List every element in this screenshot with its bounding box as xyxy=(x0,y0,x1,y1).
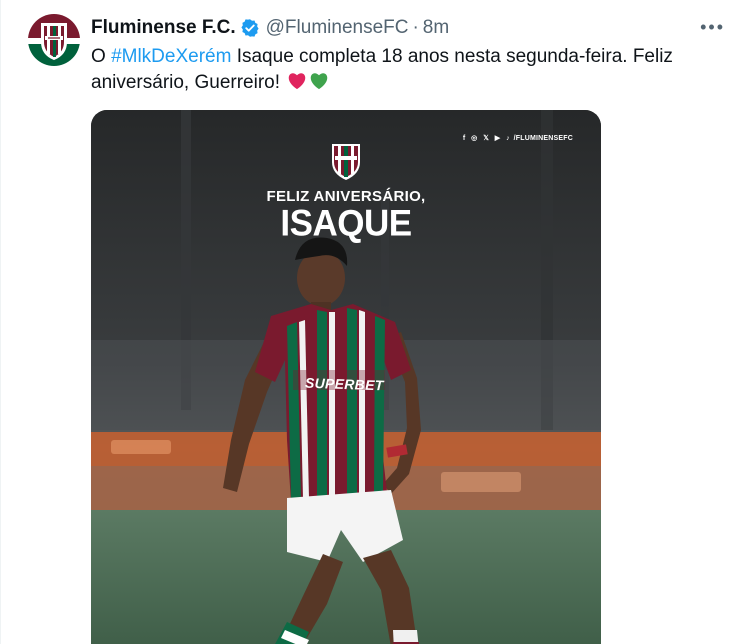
shirt-sponsor-text: SUPERBET xyxy=(304,374,384,394)
timestamp[interactable]: 8m xyxy=(423,17,449,39)
social-handle-text: /FLUMINENSEFC xyxy=(513,135,573,142)
tweet-header: Fluminense F.C. @FluminenseFC · 8m xyxy=(91,16,691,40)
hashtag-link[interactable]: #MlkDeXerém xyxy=(111,46,231,67)
poster-player-name: ISAQUE xyxy=(280,203,412,244)
tweet-image[interactable]: f ◎ 𝕏 ▶ ♪/FLUMINENSEFC FELIZ ANIVERSÁRIO… xyxy=(91,110,601,644)
text-prefix: O xyxy=(91,46,112,67)
fluminense-crest-icon xyxy=(28,14,80,66)
author-handle[interactable]: @FluminenseFC xyxy=(266,17,409,39)
tweet-text: O #MlkDeXerém Isaque completa 18 anos ne… xyxy=(91,44,711,96)
avatar[interactable] xyxy=(28,14,80,66)
separator-dot: · xyxy=(412,17,419,38)
red-heart-icon xyxy=(289,73,306,90)
verified-badge-icon[interactable] xyxy=(240,18,260,38)
green-heart-icon xyxy=(311,73,328,90)
author-name[interactable]: Fluminense F.C. xyxy=(91,17,236,39)
social-handles: f ◎ 𝕏 ▶ ♪/FLUMINENSEFC xyxy=(463,134,573,142)
more-options-icon[interactable]: ••• xyxy=(700,18,725,36)
tweet[interactable]: Fluminense F.C. @FluminenseFC · 8m ••• O… xyxy=(0,0,731,644)
social-media-icons: f ◎ 𝕏 ▶ ♪ xyxy=(462,135,512,142)
